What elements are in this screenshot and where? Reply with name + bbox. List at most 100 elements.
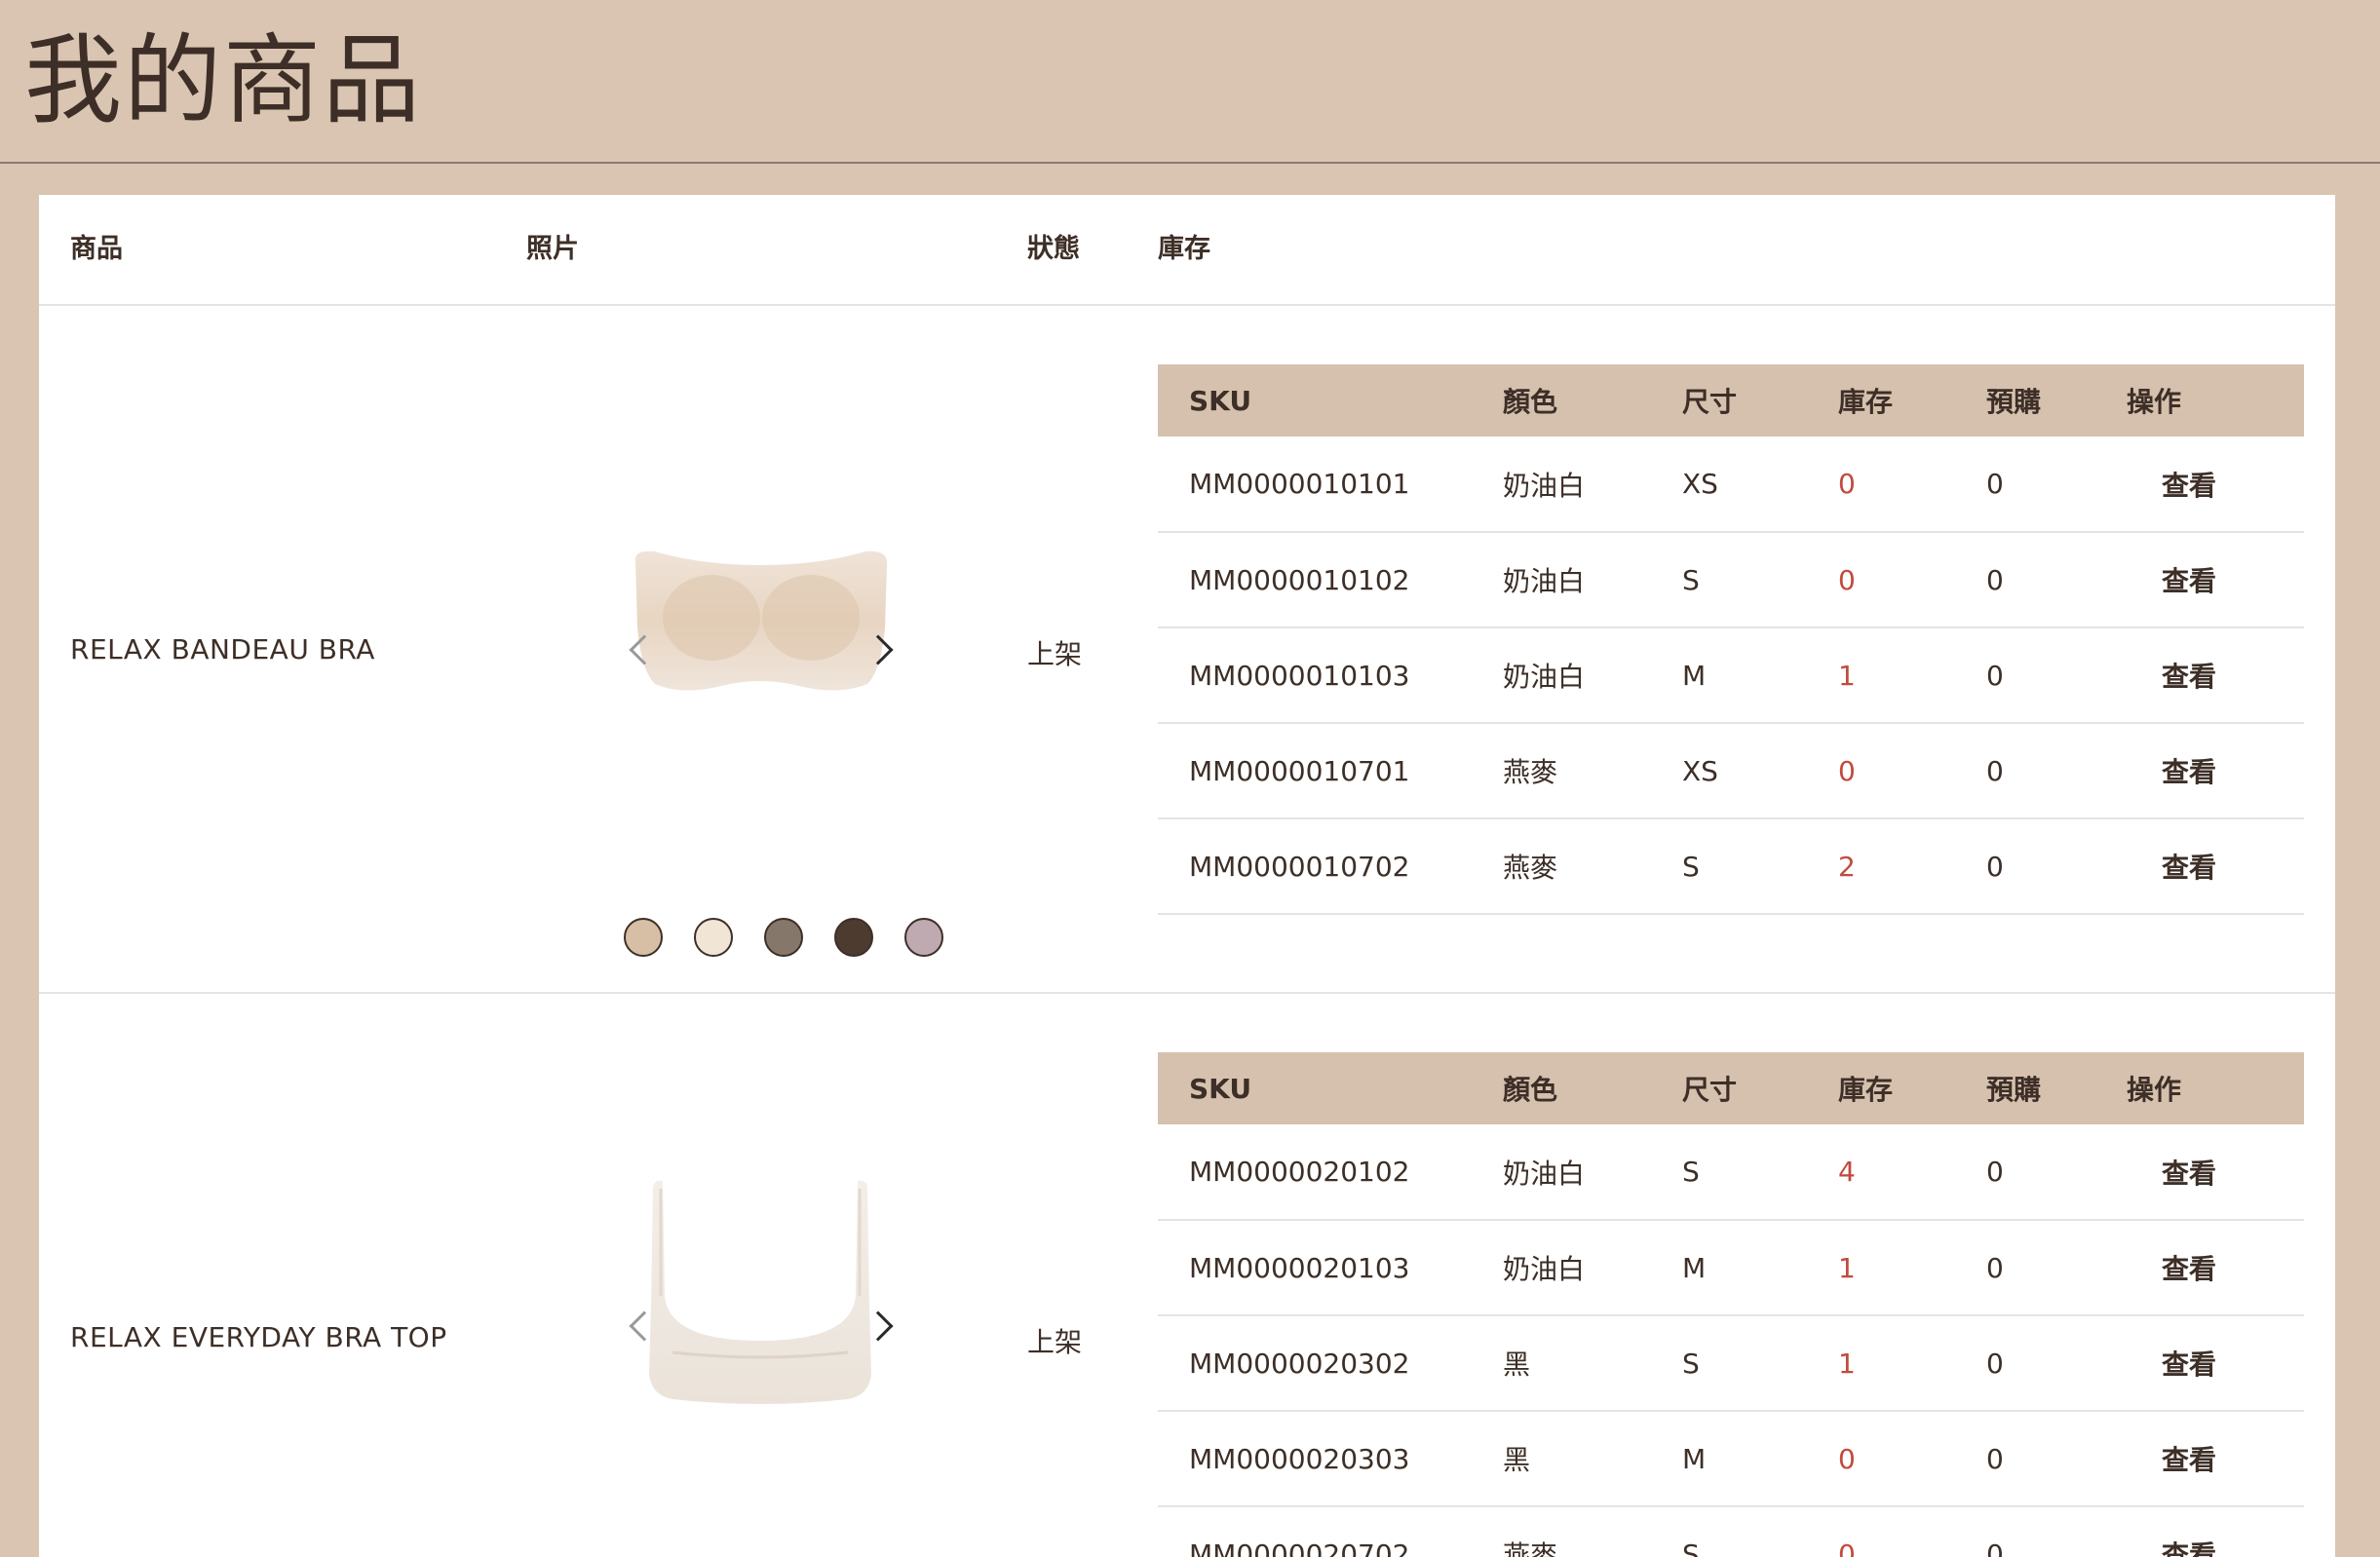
sku-header-color: 顏色 bbox=[1472, 364, 1651, 437]
sku-size: M bbox=[1651, 1220, 1807, 1316]
color-swatch[interactable] bbox=[834, 918, 873, 957]
view-button[interactable]: 查看 bbox=[2095, 1124, 2304, 1221]
sku-code: MM0000010101 bbox=[1158, 437, 1472, 533]
table-row: MM0000020302 黑 S 1 0 查看 bbox=[1158, 1315, 2304, 1412]
sku-code: MM0000020702 bbox=[1158, 1506, 1472, 1557]
table-row: MM0000010101 奶油白 XS 0 0 查看 bbox=[1158, 437, 2304, 533]
sku-preorder: 0 bbox=[1955, 532, 2095, 628]
view-button[interactable]: 查看 bbox=[2095, 1220, 2304, 1316]
sku-preorder: 0 bbox=[1955, 1315, 2095, 1412]
color-swatch[interactable] bbox=[624, 918, 663, 957]
column-header-stock: 庫存 bbox=[1158, 234, 1210, 264]
sku-header-size: 尺寸 bbox=[1651, 1052, 1807, 1124]
sku-stock: 1 bbox=[1807, 1220, 1955, 1316]
sku-stock: 2 bbox=[1807, 818, 1955, 915]
sku-size: S bbox=[1651, 1124, 1807, 1221]
color-swatch[interactable] bbox=[904, 918, 943, 957]
sku-color: 燕麥 bbox=[1472, 818, 1651, 915]
sku-stock: 4 bbox=[1807, 1124, 1955, 1221]
column-header-product: 商品 bbox=[70, 234, 123, 264]
sku-size: M bbox=[1651, 1411, 1807, 1507]
sku-preorder: 0 bbox=[1955, 818, 2095, 915]
page-title: 我的商品 bbox=[24, 23, 422, 137]
sku-preorder: 0 bbox=[1955, 1506, 2095, 1557]
sku-table-header: SKU 顏色 尺寸 庫存 預購 操作 bbox=[1158, 1052, 2304, 1124]
table-row: MM0000020702 燕麥 S 0 0 查看 bbox=[1158, 1506, 2304, 1557]
sku-header-color: 顏色 bbox=[1472, 1052, 1651, 1124]
sku-header-preorder: 預購 bbox=[1955, 364, 2095, 437]
column-header-photo: 照片 bbox=[526, 234, 579, 264]
sku-code: MM0000020302 bbox=[1158, 1315, 1472, 1412]
sku-preorder: 0 bbox=[1955, 723, 2095, 819]
view-button[interactable]: 查看 bbox=[2095, 532, 2304, 628]
table-row: MM0000020303 黑 M 0 0 查看 bbox=[1158, 1411, 2304, 1507]
status-label: 上架 bbox=[1027, 638, 1083, 670]
sku-preorder: 0 bbox=[1955, 1411, 2095, 1507]
sku-table-header: SKU 顏色 尺寸 庫存 預購 操作 bbox=[1158, 364, 2304, 437]
sku-table-scroll[interactable]: SKU 顏色 尺寸 庫存 預購 操作 MM0000010101 奶油白 XS 0 bbox=[1158, 364, 2304, 949]
sku-table-scroll[interactable]: SKU 顏色 尺寸 庫存 預購 操作 MM0000020102 奶油白 S 4 bbox=[1158, 1052, 2304, 1557]
sku-code: MM0000010103 bbox=[1158, 627, 1472, 724]
color-swatches bbox=[585, 918, 943, 961]
table-row: MM0000020102 奶油白 S 4 0 查看 bbox=[1158, 1124, 2304, 1221]
sku-color: 燕麥 bbox=[1472, 1506, 1651, 1557]
sku-stock: 0 bbox=[1807, 1411, 1955, 1507]
sku-stock: 0 bbox=[1807, 1506, 1955, 1557]
sku-size: S bbox=[1651, 1315, 1807, 1412]
sku-color: 奶油白 bbox=[1472, 1124, 1651, 1221]
view-button[interactable]: 查看 bbox=[2095, 818, 2304, 915]
sku-stock: 1 bbox=[1807, 627, 1955, 724]
table-row: MM0000010103 奶油白 M 1 0 查看 bbox=[1158, 627, 2304, 724]
sku-size: S bbox=[1651, 1506, 1807, 1557]
view-button[interactable]: 查看 bbox=[2095, 627, 2304, 724]
header-divider bbox=[39, 304, 2335, 306]
view-button[interactable]: 查看 bbox=[2095, 1411, 2304, 1507]
sku-code: MM0000020103 bbox=[1158, 1220, 1472, 1316]
color-swatch[interactable] bbox=[694, 918, 733, 957]
product-name: RELAX EVERYDAY BRA TOP bbox=[70, 1321, 447, 1353]
color-swatch[interactable] bbox=[764, 918, 803, 957]
sku-stock: 0 bbox=[1807, 532, 1955, 628]
sku-header-sku: SKU bbox=[1158, 364, 1472, 437]
sku-size: S bbox=[1651, 818, 1807, 915]
sku-table: SKU 顏色 尺寸 庫存 預購 操作 MM0000010101 奶油白 XS 0 bbox=[1158, 364, 2304, 915]
sku-code: MM0000020303 bbox=[1158, 1411, 1472, 1507]
sku-code: MM0000010701 bbox=[1158, 723, 1472, 819]
sku-color: 黑 bbox=[1472, 1411, 1651, 1507]
sku-code: MM0000020102 bbox=[1158, 1124, 1472, 1221]
sku-size: XS bbox=[1651, 723, 1807, 819]
view-button[interactable]: 查看 bbox=[2095, 1506, 2304, 1557]
sku-color: 奶油白 bbox=[1472, 532, 1651, 628]
sku-header-size: 尺寸 bbox=[1651, 364, 1807, 437]
view-button[interactable]: 查看 bbox=[2095, 437, 2304, 533]
products-panel: 商品 照片 狀態 庫存 RELAX BANDEAU BRA 上架 SKU 顏色 … bbox=[39, 195, 2335, 1557]
sku-color: 燕麥 bbox=[1472, 723, 1651, 819]
product-photo-carousel[interactable] bbox=[585, 1169, 936, 1462]
table-row: MM0000010701 燕麥 XS 0 0 查看 bbox=[1158, 723, 2304, 819]
status-label: 上架 bbox=[1027, 1326, 1083, 1358]
product-name: RELAX BANDEAU BRA bbox=[70, 633, 375, 665]
sku-stock: 0 bbox=[1807, 437, 1955, 533]
sku-header-action: 操作 bbox=[2095, 1052, 2304, 1124]
sku-table: SKU 顏色 尺寸 庫存 預購 操作 MM0000020102 奶油白 S 4 bbox=[1158, 1052, 2304, 1557]
sku-preorder: 0 bbox=[1955, 1124, 2095, 1221]
sku-size: M bbox=[1651, 627, 1807, 724]
sku-header-stock: 庫存 bbox=[1807, 364, 1955, 437]
sku-color: 奶油白 bbox=[1472, 1220, 1651, 1316]
table-row: MM0000010102 奶油白 S 0 0 查看 bbox=[1158, 532, 2304, 628]
view-button[interactable]: 查看 bbox=[2095, 723, 2304, 819]
sku-preorder: 0 bbox=[1955, 1220, 2095, 1316]
sku-header-stock: 庫存 bbox=[1807, 1052, 1955, 1124]
sku-color: 黑 bbox=[1472, 1315, 1651, 1412]
view-button[interactable]: 查看 bbox=[2095, 1315, 2304, 1412]
sku-color: 奶油白 bbox=[1472, 437, 1651, 533]
sku-header-sku: SKU bbox=[1158, 1052, 1472, 1124]
table-row: MM0000020103 奶油白 M 1 0 查看 bbox=[1158, 1220, 2304, 1316]
product-photo-carousel[interactable] bbox=[585, 522, 936, 776]
sku-code: MM0000010702 bbox=[1158, 818, 1472, 915]
page-header: 我的商品 bbox=[0, 0, 2380, 164]
sku-header-action: 操作 bbox=[2095, 364, 2304, 437]
sku-preorder: 0 bbox=[1955, 627, 2095, 724]
row-divider bbox=[39, 992, 2335, 994]
table-row: MM0000010702 燕麥 S 2 0 查看 bbox=[1158, 818, 2304, 915]
